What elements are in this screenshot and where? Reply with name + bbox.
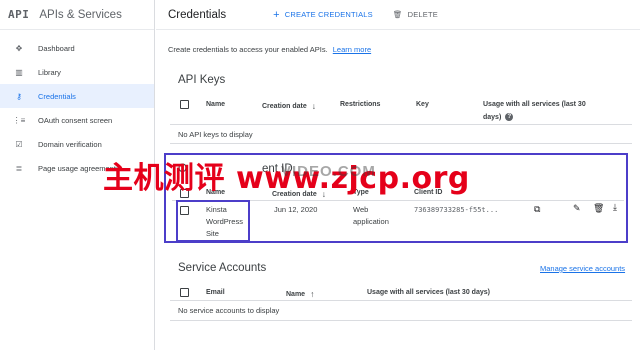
api-keys-col-restrictions[interactable]: Restrictions [340,101,380,108]
sort-arrow-down-icon: ↓ [311,101,316,111]
edit-pencil-icon[interactable]: ✎ [573,203,581,214]
consent-list-icon: ⋮≡ [12,115,26,125]
sidebar-header: API APIs & Services [0,0,154,30]
sort-arrow-up-icon: ↑ [310,289,315,299]
api-keys-col-usage[interactable]: Usage with all services (last 30 [483,101,586,108]
product-title[interactable]: APIs & Services [39,9,121,21]
checkbox-verify-icon: ☑ [15,139,23,149]
intro-text: Create credentials to access your enable… [168,45,371,54]
sidebar-item-credentials[interactable]: ⚷ Credentials [0,84,154,108]
column-label: days) [483,113,502,121]
oauth-row-type: Web application [353,204,389,228]
oauth-row-client-id: 736389733285-f55t... [414,206,499,214]
oauth-row-creation-date: Jun 12, 2020 [274,205,318,214]
plus-icon: + [273,8,280,21]
delete-label: DELETE [407,10,438,19]
watermark-sub: VIDEO.COM [281,163,376,180]
divider [170,124,632,125]
sidebar-item-oauth-consent[interactable]: ⋮≡ OAuth consent screen [0,108,154,132]
diamond-dots-icon: ✥ [15,43,23,53]
oauth-row-name[interactable]: Kinsta WordPress Site [206,204,243,240]
library-grid-icon: ▥ [15,67,23,77]
type-line: Web [353,205,369,214]
sidebar-item-label: Credentials [38,91,76,101]
delete-trash-icon[interactable]: 🗑 [593,203,604,214]
api-keys-title: API Keys [178,74,226,86]
sidebar-item-label: Library [38,67,61,77]
api-keys-col-key[interactable]: Key [416,101,429,108]
column-label: Name [286,290,306,298]
sidebar-item-label: Domain verification [38,139,102,149]
key-icon: ⚷ [16,91,22,101]
divider [170,143,632,144]
create-credentials-label: CREATE CREDENTIALS [284,10,373,19]
trash-icon: 🗑 [392,10,403,19]
create-credentials-button[interactable]: + CREATE CREDENTIALS [273,9,373,21]
divider [170,300,632,301]
column-label: Creation date [262,102,307,110]
api-keys-col-creation-date[interactable]: Creation date ↓ [262,101,316,111]
sidebar-item-dashboard[interactable]: ✥ Dashboard [0,36,154,60]
api-keys-select-all-checkbox[interactable] [180,100,189,109]
settings-list-icon: ≣ [15,163,23,173]
api-keys-empty: No API keys to display [178,130,253,139]
divider [170,320,632,321]
name-line: WordPress [206,217,243,226]
download-icon[interactable]: ⤓ [613,202,617,213]
service-col-email[interactable]: Email [206,289,225,296]
name-line: Site [206,229,219,238]
sidebar-item-label: OAuth consent screen [38,115,113,125]
learn-more-link[interactable]: Learn more [333,45,371,54]
watermark: VIDEO.COM 主机测评 www.zjcp.org [103,153,470,197]
intro-sentence: Create credentials to access your enable… [168,45,328,54]
help-icon[interactable]: ? [505,113,514,121]
service-col-usage[interactable]: Usage with all services (last 30 days) [367,289,490,296]
row-checkbox[interactable] [180,206,189,215]
service-accounts-select-all-checkbox[interactable] [180,288,189,297]
page-title: Credentials [168,8,227,21]
service-col-name[interactable]: Name ↑ [286,289,314,299]
service-accounts-empty: No service accounts to display [178,306,280,315]
sidebar-item-library[interactable]: ▥ Library [0,60,154,84]
manage-service-accounts-link[interactable]: Manage service accounts [540,264,625,273]
sidebar-item-label: Dashboard [38,43,75,53]
type-line: application [353,217,389,226]
api-keys-col-usage-cont: days) ? [483,113,514,121]
copy-icon[interactable]: ⧉ [534,204,540,215]
delete-button[interactable]: 🗑 DELETE [393,10,438,19]
name-line: Kinsta [206,205,227,214]
api-logo: API [8,8,30,21]
top-bar: Credentials + CREATE CREDENTIALS 🗑 DELET… [156,0,640,30]
service-accounts-title: Service Accounts [178,262,267,274]
api-keys-col-name[interactable]: Name [206,101,225,108]
